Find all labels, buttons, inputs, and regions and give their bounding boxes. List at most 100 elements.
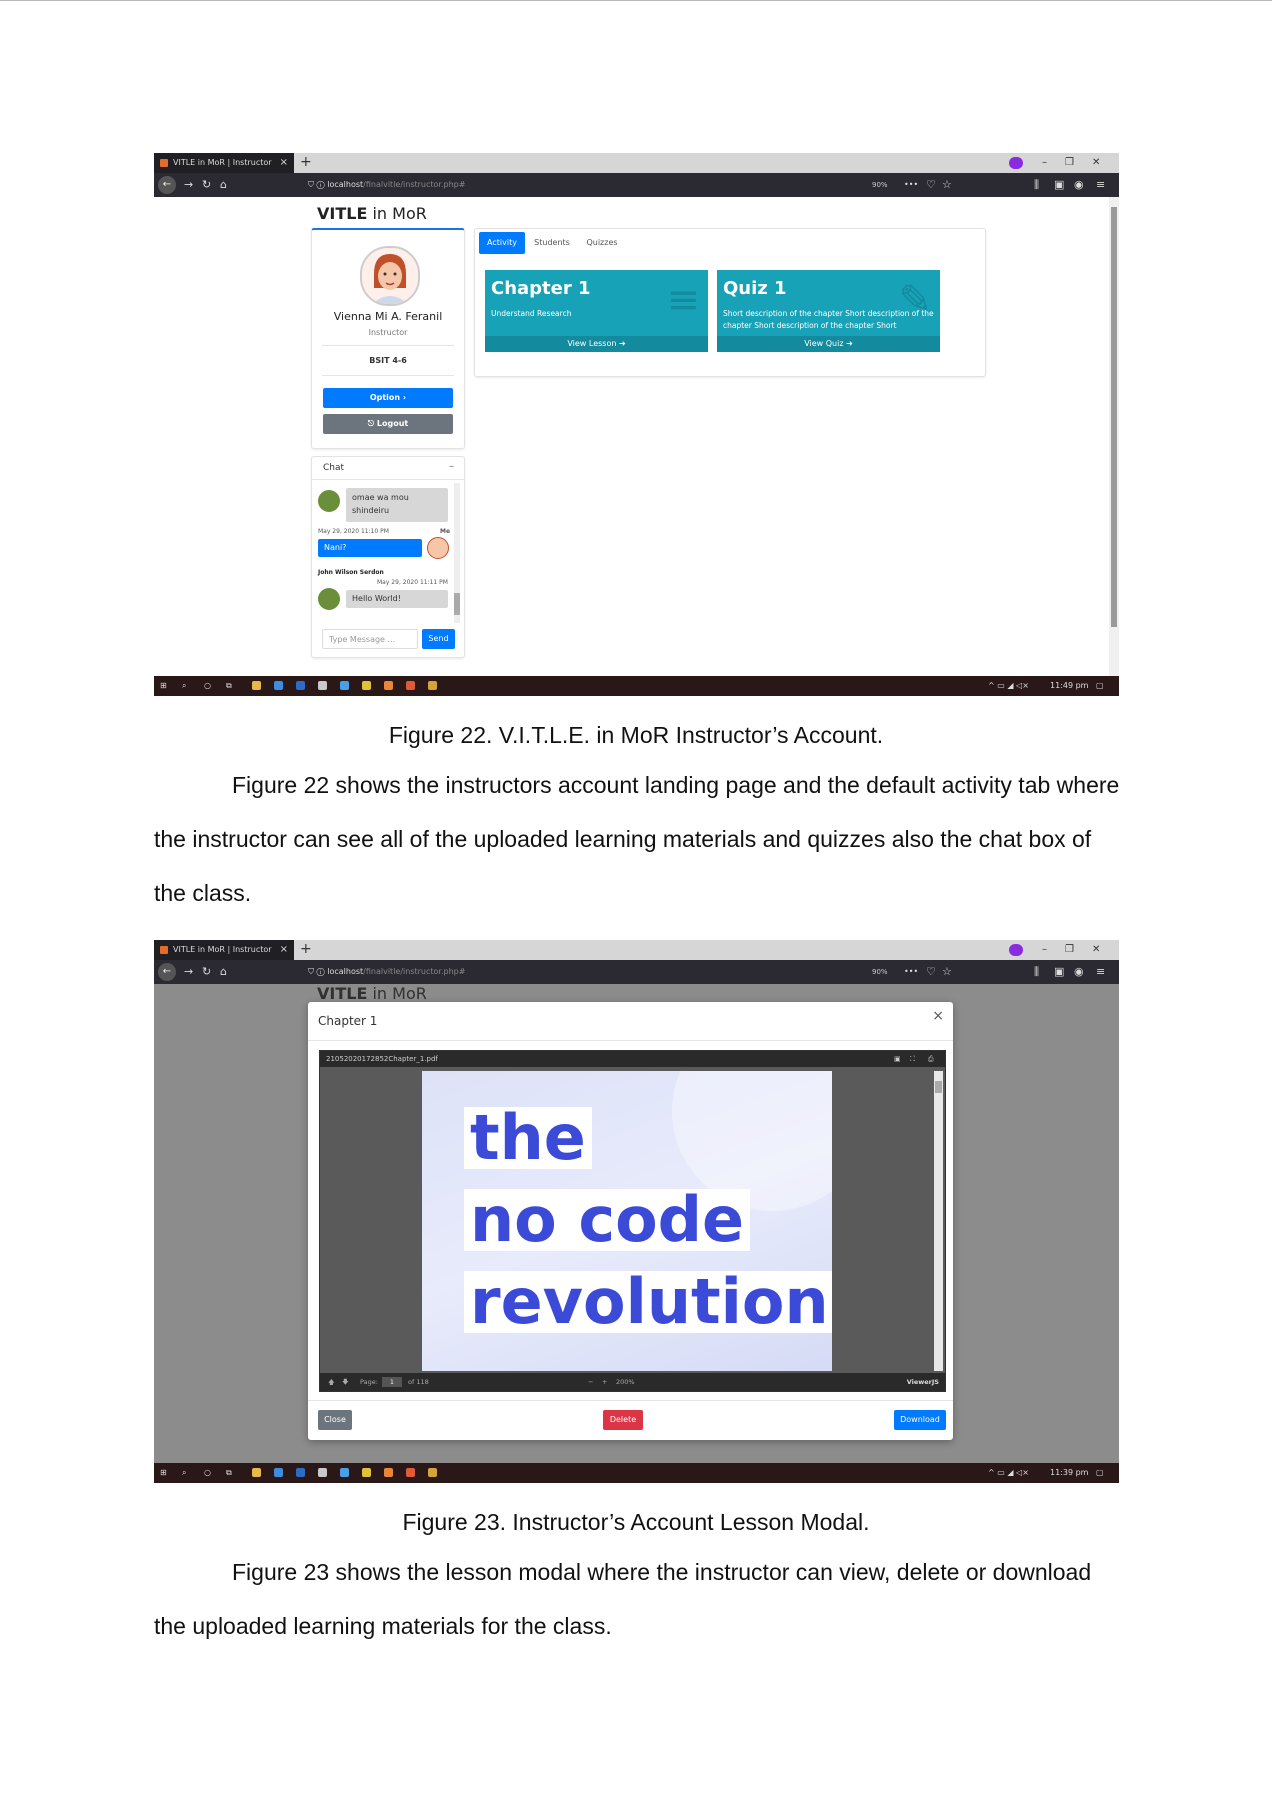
viewer-scrollbar[interactable] [934,1071,943,1371]
minimize-window-icon[interactable]: – [1042,153,1047,173]
app-icon[interactable] [340,681,349,690]
app-icon[interactable] [340,1468,349,1477]
app-icon[interactable] [318,681,327,690]
lesson-tile[interactable]: ≡ Chapter 1 Understand Research View Les… [485,270,708,352]
option-button[interactable]: Option › [323,388,453,408]
logout-button[interactable]: ⎋ Logout [323,414,453,434]
close-tab-icon[interactable]: × [280,940,288,960]
tab-activity[interactable]: Activity [479,232,525,254]
extension-icon[interactable] [1009,944,1023,956]
task-view-icon[interactable]: ⧉ [226,1463,232,1483]
restore-window-icon[interactable]: ❐ [1065,940,1074,960]
account-icon[interactable]: ◉ [1074,173,1084,197]
previous-page-icon[interactable]: 🡅 [328,1373,335,1391]
close-window-icon[interactable]: ✕ [1092,153,1100,173]
back-icon[interactable]: ← [158,963,176,981]
page-scrollbar[interactable] [1109,197,1119,676]
pocket-icon[interactable]: ♡ [926,960,936,984]
pocket-icon[interactable]: ♡ [926,173,936,197]
zoom-level[interactable]: 90% [872,960,888,984]
more-icon[interactable]: ••• [904,960,918,984]
reload-icon[interactable]: ↻ [202,173,211,197]
reload-icon[interactable]: ↻ [202,960,211,984]
print-icon[interactable]: ⎙ [928,1051,934,1067]
chrome-icon[interactable] [362,1468,371,1477]
tab-quizzes[interactable]: Quizzes [579,232,625,254]
view-quiz-link[interactable]: View Quiz ➔ [717,336,940,352]
home-icon[interactable]: ⌂ [220,960,227,984]
windows-start-icon[interactable]: ⊞ [160,676,167,696]
back-icon[interactable]: ← [158,176,176,194]
menu-icon[interactable]: ≡ [1096,173,1105,197]
file-explorer-icon[interactable] [252,1468,261,1477]
app-icon[interactable] [274,681,283,690]
chat-scrollbar[interactable] [454,483,460,623]
minimize-chat-icon[interactable]: – [449,461,454,472]
extension-icon[interactable] [1009,157,1023,169]
app-icon[interactable] [318,1468,327,1477]
browser-tab[interactable]: VITLE in MoR | Instructor × [154,153,294,173]
app-brand[interactable]: VITLE in MoR [317,204,427,223]
app-icon[interactable] [384,681,393,690]
new-tab-button[interactable]: + [300,940,312,959]
tab-students[interactable]: Students [529,232,575,254]
delete-button[interactable]: Delete [603,1410,643,1430]
chrome-icon[interactable] [362,681,371,690]
zoom-out-icon[interactable]: − [588,1373,593,1391]
menu-icon[interactable]: ≡ [1096,960,1105,984]
minimize-window-icon[interactable]: – [1042,940,1047,960]
restore-window-icon[interactable]: ❐ [1065,153,1074,173]
close-tab-icon[interactable]: × [280,153,288,173]
more-icon[interactable]: ••• [904,173,918,197]
system-tray-icons[interactable]: ^ ▭ ◢ ◁× [988,676,1029,696]
app-icon[interactable] [296,681,305,690]
close-window-icon[interactable]: ✕ [1092,940,1100,960]
taskbar-clock[interactable]: 11:49 pm [1050,676,1088,696]
quiz-tile[interactable]: ✎ Quiz 1 Short description of the chapte… [717,270,940,352]
app-icon[interactable] [274,1468,283,1477]
forward-icon[interactable]: → [184,960,193,984]
windows-start-icon[interactable]: ⊞ [160,1463,167,1483]
zoom-in-icon[interactable]: + [602,1373,607,1391]
presentation-icon[interactable]: ▣ [894,1051,901,1067]
bookmark-star-icon[interactable]: ☆ [942,173,952,197]
close-button[interactable]: Close [318,1410,352,1430]
address-bar[interactable]: ⛉ ⓘ localhost/finalvitle/instructor.php# [308,963,808,981]
address-bar[interactable]: ⛉ ⓘ localhost/finalvitle/instructor.php# [308,176,808,194]
library-icon[interactable]: ⫼ [1034,173,1039,197]
library-icon[interactable]: ⫼ [1034,960,1039,984]
view-lesson-link[interactable]: View Lesson ➔ [485,336,708,352]
page-number-input[interactable]: 1 [382,1377,402,1387]
notification-icon[interactable]: ▢ [1096,1463,1104,1483]
home-icon[interactable]: ⌂ [220,173,227,197]
search-icon[interactable]: ⌕ [182,1463,186,1483]
chat-message-input[interactable]: Type Message ... [322,629,418,649]
firefox-icon[interactable] [406,681,415,690]
cortana-icon[interactable]: ○ [204,676,211,696]
sidebar-icon[interactable]: ▣ [1054,960,1064,984]
send-button[interactable]: Send [422,629,455,649]
fullscreen-icon[interactable]: ⛶ [910,1051,915,1067]
app-icon[interactable] [384,1468,393,1477]
task-view-icon[interactable]: ⧉ [226,676,232,696]
file-explorer-icon[interactable] [252,681,261,690]
cortana-icon[interactable]: ○ [204,1463,211,1483]
close-icon[interactable]: × [932,1008,944,1024]
firefox-icon[interactable] [406,1468,415,1477]
app-icon[interactable] [428,1468,437,1477]
app-icon[interactable] [428,681,437,690]
forward-icon[interactable]: → [184,173,193,197]
zoom-level[interactable]: 90% [872,173,888,197]
app-icon[interactable] [296,1468,305,1477]
notification-icon[interactable]: ▢ [1096,676,1104,696]
account-icon[interactable]: ◉ [1074,960,1084,984]
search-icon[interactable]: ⌕ [182,676,186,696]
zoom-value[interactable]: 200% [616,1373,635,1391]
taskbar-clock[interactable]: 11:39 pm [1050,1463,1088,1483]
system-tray-icons[interactable]: ^ ▭ ◢ ◁× [988,1463,1029,1483]
sidebar-icon[interactable]: ▣ [1054,173,1064,197]
new-tab-button[interactable]: + [300,153,312,172]
browser-tab[interactable]: VITLE in MoR | Instructor × [154,940,294,960]
bookmark-star-icon[interactable]: ☆ [942,960,952,984]
download-button[interactable]: Download [894,1410,946,1430]
